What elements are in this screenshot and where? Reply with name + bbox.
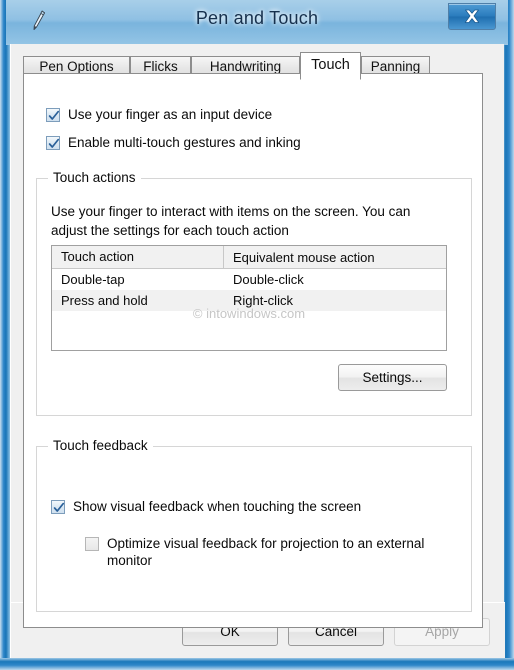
multi-touch-checkbox[interactable]	[46, 136, 60, 150]
use-finger-label: Use your finger as an input device	[68, 107, 273, 122]
pen-and-touch-dialog: Pen and Touch Pen Options Flicks Handwri…	[0, 0, 514, 670]
watermark: © intowindows.com	[192, 306, 306, 321]
column-header-touch-action: Touch action	[52, 246, 224, 268]
table-header-row: Touch action Equivalent mouse action	[52, 246, 446, 269]
settings-button[interactable]: Settings...	[338, 364, 447, 391]
checkmark-icon	[53, 501, 65, 519]
table-row[interactable]: Double-tap Double-click	[52, 269, 446, 290]
touch-actions-description: Use your finger to interact with items o…	[51, 204, 411, 238]
checkmark-icon	[48, 137, 60, 155]
tab-touch[interactable]: Touch	[300, 52, 361, 80]
touch-actions-group-title: Touch actions	[48, 170, 141, 185]
touch-feedback-group: Touch feedback Show visual feedback when…	[36, 438, 472, 612]
show-visual-feedback-label: Show visual feedback when touching the s…	[73, 499, 362, 514]
close-button[interactable]	[448, 3, 496, 30]
checkbox-row-optimize-projection[interactable]: Optimize visual feedback for projection …	[85, 535, 459, 569]
window-frame-bottom	[0, 658, 514, 670]
show-visual-feedback-checkbox[interactable]	[51, 500, 65, 514]
optimize-projection-label: Optimize visual feedback for projection …	[107, 536, 425, 568]
checkbox-row-multi-touch[interactable]: Enable multi-touch gestures and inking	[46, 134, 301, 151]
multi-touch-label: Enable multi-touch gestures and inking	[68, 135, 301, 150]
checkbox-row-use-finger[interactable]: Use your finger as an input device	[46, 106, 272, 123]
cell-mouse-action: Double-click	[233, 272, 304, 287]
dialog-client-area: Pen Options Flicks Handwriting Touch Pan…	[10, 44, 505, 658]
checkmark-icon	[48, 109, 60, 127]
window-title: Pen and Touch	[195, 8, 319, 28]
optimize-projection-checkbox[interactable]	[85, 537, 99, 551]
touch-actions-table[interactable]: Touch action Equivalent mouse action Dou…	[51, 245, 447, 351]
column-header-mouse-action: Equivalent mouse action	[233, 249, 375, 265]
checkbox-row-show-visual-feedback[interactable]: Show visual feedback when touching the s…	[51, 498, 361, 515]
use-finger-checkbox[interactable]	[46, 108, 60, 122]
touch-actions-group: Touch actions Use your finger to interac…	[36, 170, 472, 416]
touch-feedback-group-title: Touch feedback	[48, 438, 153, 453]
cell-touch-action: Double-tap	[61, 272, 125, 287]
tab-page-touch: Use your finger as an input device Enabl…	[23, 73, 483, 628]
close-icon	[464, 9, 480, 23]
title-bar: Pen and Touch	[6, 0, 508, 45]
window-frame-left	[0, 0, 10, 670]
